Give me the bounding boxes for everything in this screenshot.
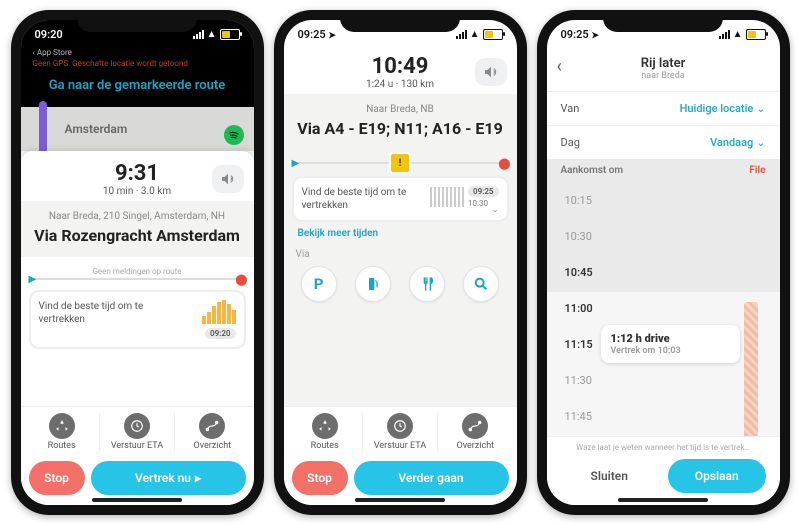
time-slot-selected[interactable]: 11:15 1:12 h drive Vertrek om 10:03 (547, 326, 780, 362)
destination-sub: Naar Breda, NB (294, 104, 507, 115)
signal-icon (456, 30, 467, 39)
stop-button[interactable]: Stop (292, 461, 348, 495)
page-title: Rij later (557, 56, 770, 71)
signal-icon (719, 30, 730, 39)
battery-icon (746, 29, 766, 40)
time-slot[interactable]: 10:45 (547, 254, 780, 290)
eta-sub: 10 min · 3.0 km (103, 186, 171, 197)
traffic-header: File (749, 165, 765, 176)
spotify-icon[interactable] (224, 125, 244, 145)
depart-time-chip: 09:20 (205, 328, 235, 339)
send-eta-button[interactable]: Verstuur ETA (363, 413, 438, 451)
page-sub: naar Breda (557, 71, 770, 81)
depart-time-chip-1: 09:25 (468, 186, 498, 197)
eta-sub: 1:24 u · 130 km (366, 79, 434, 90)
overview-button[interactable]: Overzicht (175, 413, 249, 451)
go-button[interactable]: Vertrek nu ▸ (91, 461, 246, 495)
routes-button[interactable]: Routes (288, 413, 363, 451)
depart-text: Vind de beste tijd om te vertrekken (39, 300, 158, 339)
time-slot[interactable]: 11:00 (547, 290, 780, 326)
arrive-header: Aankomst om (561, 165, 624, 176)
phone-1: 09:20 ▲ ‹ App Store Geen GPS. Geschatte … (11, 10, 264, 515)
status-time: 09:20 (35, 28, 85, 41)
destination-main: Via Rozengracht Amsterdam (31, 226, 244, 245)
clock-icon (124, 413, 150, 439)
gps-warning: Geen GPS. Geschatte locatie wordt getoon… (21, 57, 254, 74)
hazard-icon: ! (389, 152, 411, 174)
from-row[interactable]: Van Huidige locatie ⌄ (547, 92, 780, 125)
go-button[interactable]: Verder gaan (354, 461, 509, 495)
destination-main: Via A4 - E19; N11; A16 - E19 (294, 119, 507, 138)
wifi-icon: ▲ (207, 29, 217, 40)
send-eta-button[interactable]: Verstuur ETA (100, 413, 175, 451)
departure-card[interactable]: Vind de beste tijd om te vertrekken 09:2… (29, 290, 246, 349)
phone-2: 09:25 ➤ ▲ 10:49 1:24 u · 130 km Naar Bre… (274, 10, 527, 515)
phone-3: 09:25 ➤ ▲ ‹ Rij later naar Breda Van Hui… (537, 10, 790, 515)
food-button[interactable] (409, 266, 445, 302)
overview-icon (462, 413, 488, 439)
map-preview[interactable]: Amsterdam (21, 107, 254, 151)
routes-icon (49, 413, 75, 439)
time-slot[interactable]: 10:30 (547, 218, 780, 254)
chevron-down-icon: ⌄ (756, 136, 765, 149)
via-label: Via (284, 245, 517, 266)
route-progress: ▶ ! ⬤ (294, 162, 507, 164)
location-icon: ➤ (591, 31, 599, 41)
overview-button[interactable]: Overzicht (438, 413, 512, 451)
search-button[interactable] (463, 266, 499, 302)
eta-time: 10:49 (366, 54, 434, 79)
time-slot[interactable]: 11:30 (547, 362, 780, 398)
location-icon: ➤ (328, 31, 336, 41)
clock-icon (387, 413, 413, 439)
wifi-icon: ▲ (470, 29, 480, 40)
footer-hint: Waze laat je weten wanneer het tijd is t… (547, 436, 780, 455)
appstore-back[interactable]: ‹ App Store (21, 48, 254, 57)
chevron-down-icon: ⌄ (756, 102, 765, 115)
chevron-down-icon: ⌄ (492, 205, 499, 214)
route-progress: ▶ ⬤ (31, 278, 244, 280)
battery-icon (483, 29, 503, 40)
time-slot[interactable]: 10:15 (547, 182, 780, 218)
overview-icon (199, 413, 225, 439)
routes-button[interactable]: Routes (25, 413, 100, 451)
status-time: 09:25 (561, 28, 589, 41)
progress-end-icon: ⬤ (235, 273, 247, 286)
departure-card[interactable]: Vind de beste tijd om te vertrekken 09:2… (292, 176, 509, 222)
progress-label: Geen meldingen op route (31, 267, 244, 276)
progress-start-icon: ▶ (292, 158, 300, 169)
status-time: 09:25 (298, 28, 326, 41)
traffic-chart-icon (430, 187, 464, 207)
routes-icon (312, 413, 338, 439)
progress-start-icon: ▶ (29, 274, 37, 285)
destination-sub: Naar Breda, 210 Singel, Amsterdam, NH (31, 211, 244, 222)
progress-end-icon: ⬤ (498, 157, 510, 170)
fuel-button[interactable] (355, 266, 391, 302)
traffic-chart-icon (202, 300, 236, 324)
wifi-icon: ▲ (733, 29, 743, 40)
time-slot[interactable]: 11:45 (547, 398, 780, 434)
time-picker[interactable]: 10:15 10:30 10:45 11:00 11:15 1:12 h dri… (547, 182, 780, 436)
sound-toggle[interactable] (475, 58, 507, 86)
stop-button[interactable]: Stop (29, 461, 85, 495)
close-button[interactable]: Sluiten (561, 459, 659, 493)
route-banner: Ga naar de gemarkeerde route (21, 74, 254, 107)
eta-time: 9:31 (103, 161, 171, 186)
drive-highlight: 1:12 h drive Vertrek om 10:03 (601, 325, 740, 363)
signal-icon (193, 30, 204, 39)
sound-toggle[interactable] (212, 165, 244, 193)
play-icon: ▸ (195, 471, 201, 485)
parking-button[interactable]: P (301, 266, 337, 302)
more-times-link[interactable]: Bekijk meer tijden (284, 222, 517, 241)
back-button[interactable]: ‹ (557, 56, 562, 77)
save-button[interactable]: Opslaan (668, 459, 766, 493)
battery-icon (220, 29, 240, 40)
day-row[interactable]: Dag Vandaag ⌄ (547, 125, 780, 159)
depart-text: Vind de beste tijd om te vertrekken (302, 186, 421, 212)
